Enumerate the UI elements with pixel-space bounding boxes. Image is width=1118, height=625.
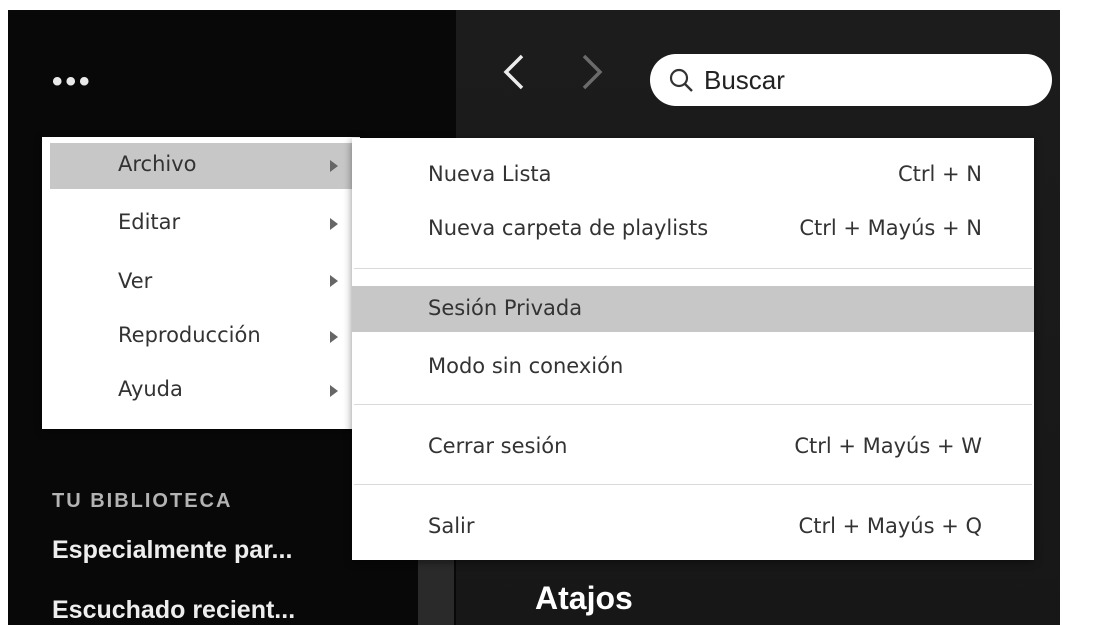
main-menu: Archivo Editar Ver Reproducción Ayuda xyxy=(42,137,360,429)
keyboard-shortcut: Ctrl + Mayús + N xyxy=(799,216,982,240)
menu-separator xyxy=(354,484,1032,485)
back-button[interactable] xyxy=(498,50,530,94)
submenu-arrow-icon xyxy=(330,331,338,343)
menu-separator xyxy=(354,268,1032,269)
menu-item-label: Archivo xyxy=(118,152,197,176)
submenu-item-nueva-carpeta[interactable]: Nueva carpeta de playlists Ctrl + Mayús … xyxy=(352,206,1034,252)
menu-item-label: Editar xyxy=(118,210,181,234)
keyboard-shortcut: Ctrl + Mayús + Q xyxy=(798,514,982,538)
search-input[interactable] xyxy=(702,63,1026,97)
keyboard-shortcut: Ctrl + N xyxy=(897,162,982,186)
more-options-icon[interactable]: ••• xyxy=(52,67,93,97)
library-heading: TU BIBLIOTECA xyxy=(52,490,233,512)
submenu-item-cerrar-sesion[interactable]: Cerrar sesión Ctrl + Mayús + W xyxy=(352,424,1034,470)
submenu-item-label: Sesión Privada xyxy=(428,296,583,320)
submenu-item-label: Nueva Lista xyxy=(428,162,552,186)
menu-item-ver[interactable]: Ver xyxy=(50,265,352,311)
menu-separator xyxy=(354,404,1032,405)
chevron-left-icon xyxy=(503,54,524,90)
submenu-item-label: Nueva carpeta de playlists xyxy=(428,216,709,240)
menu-item-label: Ayuda xyxy=(118,377,183,401)
submenu-item-label: Cerrar sesión xyxy=(428,434,568,458)
menu-item-ayuda[interactable]: Ayuda xyxy=(50,369,352,415)
library-item-recently-played[interactable]: Escuchado recient... xyxy=(52,596,295,625)
submenu-item-label: Salir xyxy=(428,514,475,538)
library-item-made-for-you[interactable]: Especialmente par... xyxy=(52,536,292,565)
menu-item-archivo[interactable]: Archivo xyxy=(50,143,352,189)
submenu-item-salir[interactable]: Salir Ctrl + Mayús + Q xyxy=(352,504,1034,550)
chevron-right-icon xyxy=(582,54,603,90)
archivo-submenu: Nueva Lista Ctrl + N Nueva carpeta de pl… xyxy=(352,138,1034,560)
menu-item-reproduccion[interactable]: Reproducción xyxy=(50,321,352,367)
submenu-arrow-icon xyxy=(330,218,338,230)
keyboard-shortcut: Ctrl + Mayús + W xyxy=(794,434,982,458)
section-title: Atajos xyxy=(535,580,633,616)
submenu-item-label: Modo sin conexión xyxy=(428,354,624,378)
search-icon xyxy=(669,68,693,92)
submenu-item-sesion-privada[interactable]: Sesión Privada xyxy=(352,286,1034,332)
forward-button[interactable] xyxy=(576,50,608,94)
submenu-item-modo-sin-conexion[interactable]: Modo sin conexión xyxy=(352,344,1034,390)
submenu-item-nueva-lista[interactable]: Nueva Lista Ctrl + N xyxy=(352,152,1034,198)
search-box[interactable] xyxy=(650,54,1052,106)
submenu-arrow-icon xyxy=(330,275,338,287)
submenu-arrow-icon xyxy=(330,385,338,397)
menu-item-label: Reproducción xyxy=(118,323,261,347)
submenu-arrow-icon xyxy=(330,160,338,172)
menu-item-editar[interactable]: Editar xyxy=(50,201,352,247)
app-window: ••• TU BIBLIOTECA Especialmente par... E… xyxy=(8,10,1060,625)
menu-item-label: Ver xyxy=(118,269,153,293)
